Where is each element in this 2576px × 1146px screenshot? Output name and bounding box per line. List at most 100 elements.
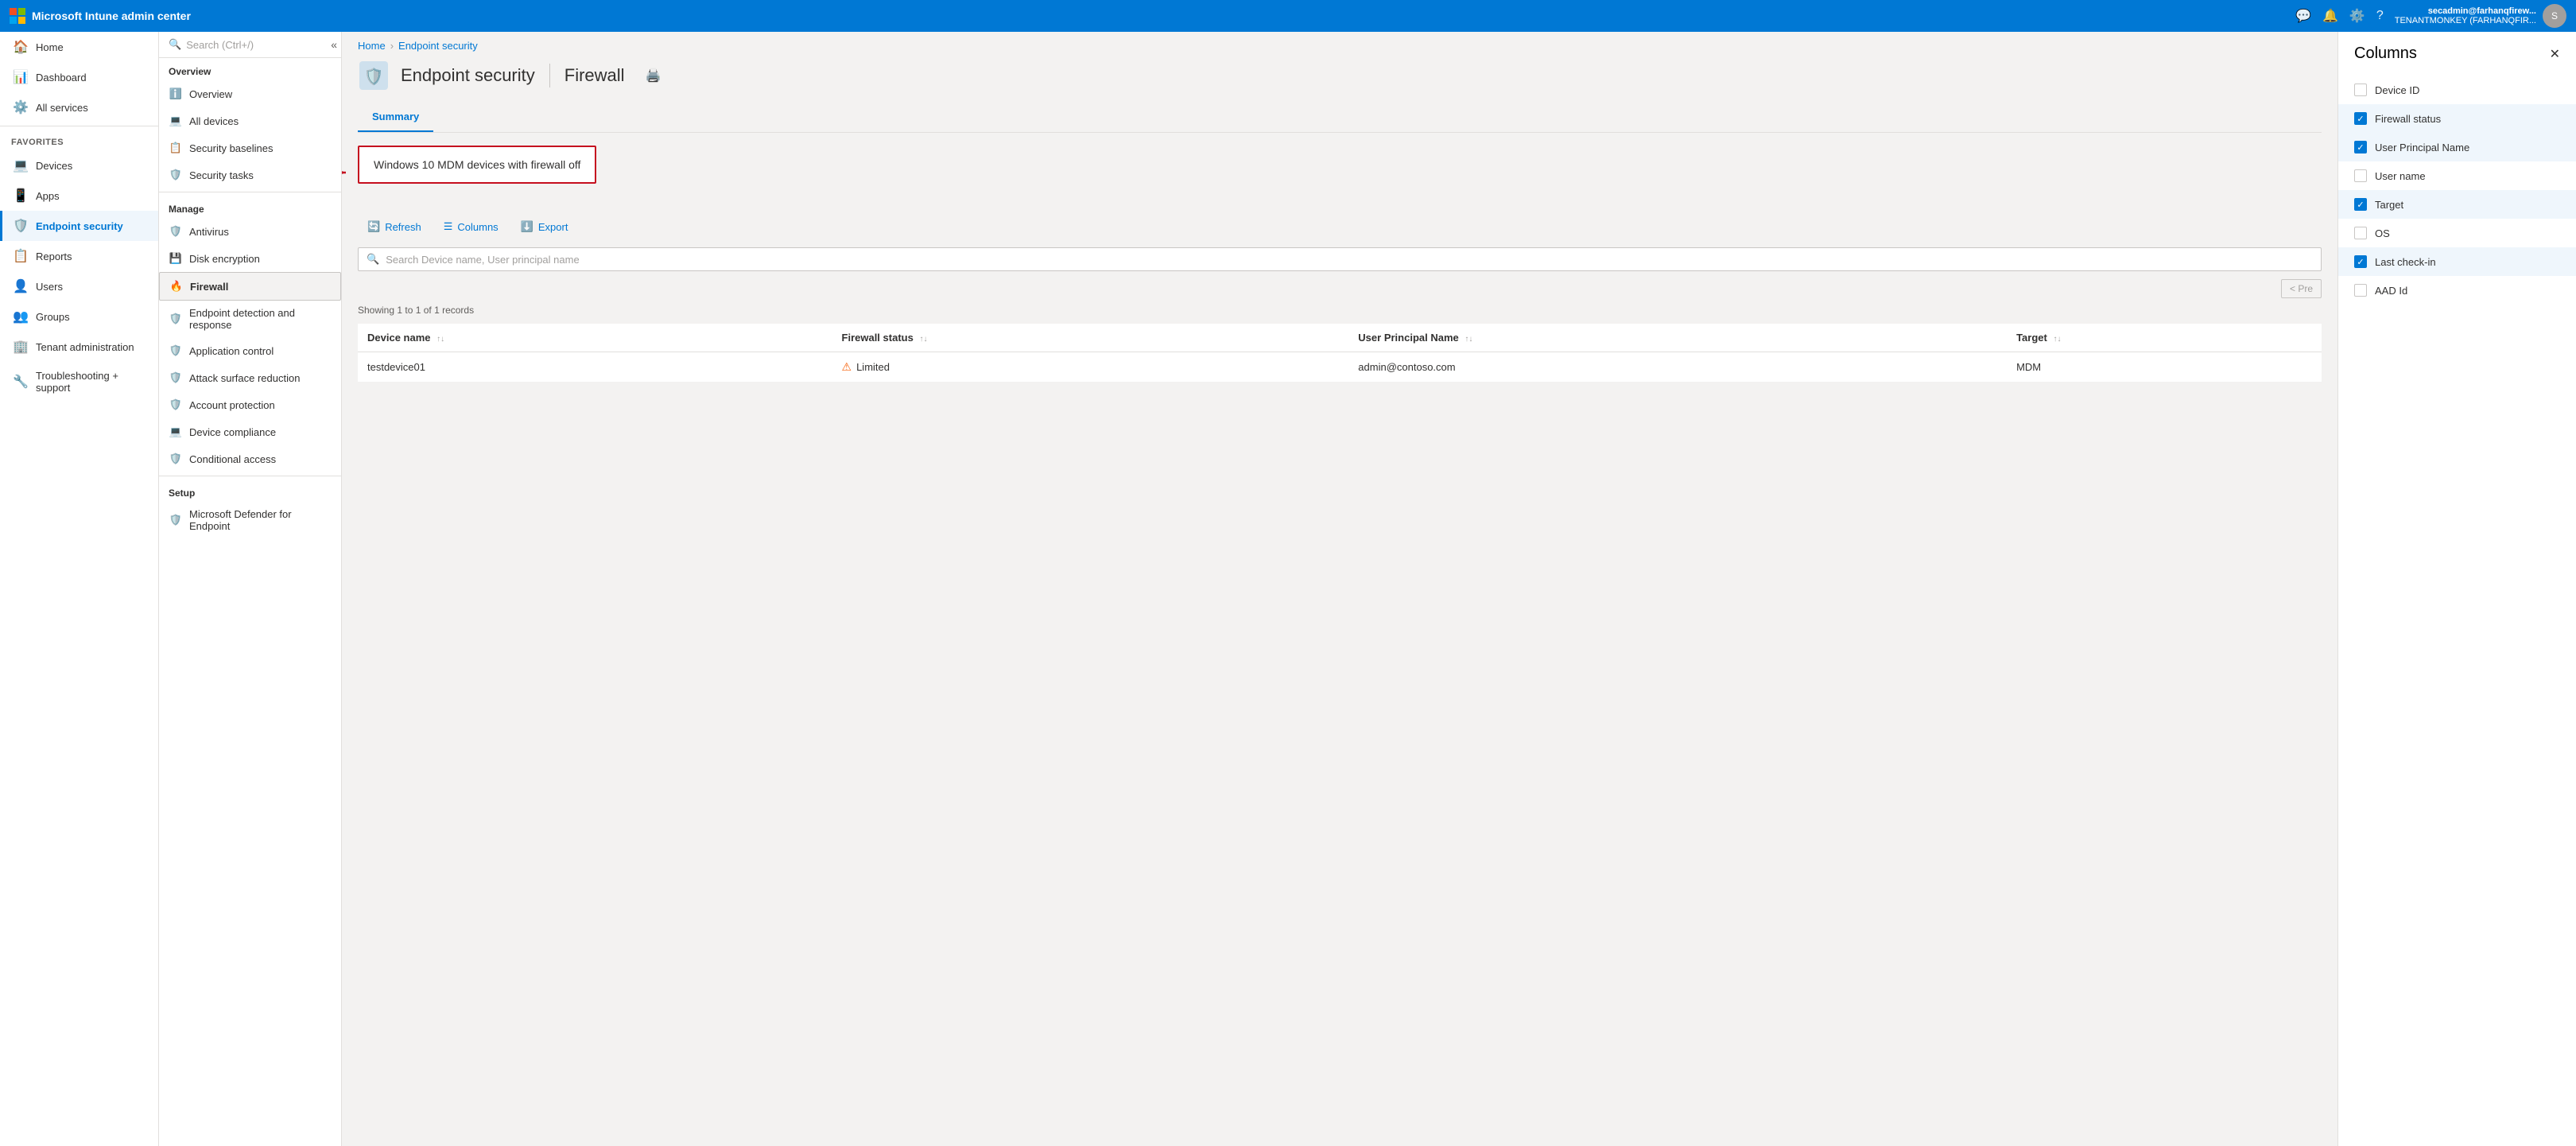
col-option-upn[interactable]: ✓ User Principal Name: [2338, 133, 2576, 161]
columns-panel-title: Columns: [2354, 45, 2417, 63]
export-button[interactable]: ⬇️ Export: [511, 216, 578, 238]
sidebar-item-dashboard[interactable]: 📊 Dashboard: [0, 62, 158, 92]
sidebar-item-devices[interactable]: 💻 Devices: [0, 150, 158, 181]
columns-panel-close-button[interactable]: ✕: [2550, 46, 2560, 62]
settings-button[interactable]: ⚙️: [2349, 8, 2365, 24]
sidebar-label-users: Users: [36, 281, 63, 293]
cell-upn: admin@contoso.com: [1348, 352, 2007, 383]
table-row[interactable]: testdevice01 ⚠ Limited admin@contoso.com…: [358, 352, 2322, 383]
sub-sidebar-account-protection[interactable]: 🛡️ Account protection: [159, 391, 341, 418]
sub-sidebar-app-control[interactable]: 🛡️ Application control: [159, 337, 341, 364]
col-option-aad-id[interactable]: AAD Id: [2338, 276, 2576, 305]
table-header-row: Device name ↑↓ Firewall status ↑↓ User P…: [358, 324, 2322, 352]
user-email: secadmin@farhanqfirew...: [2395, 6, 2536, 16]
col-checkbox-device-id[interactable]: [2354, 84, 2367, 96]
breadcrumb-section[interactable]: Endpoint security: [398, 40, 478, 52]
sidebar-label-home: Home: [36, 41, 64, 53]
sub-sidebar-device-compliance[interactable]: 💻 Device compliance: [159, 418, 341, 445]
col-option-target[interactable]: ✓ Target: [2338, 190, 2576, 219]
app-title-area: Microsoft Intune admin center: [10, 8, 191, 24]
data-table: Device name ↑↓ Firewall status ↑↓ User P…: [358, 324, 2322, 383]
sidebar-label-troubleshooting: Troubleshooting + support: [36, 370, 147, 394]
sidebar-item-users[interactable]: 👤 Users: [0, 271, 158, 301]
refresh-icon: 🔄: [367, 220, 380, 233]
report-card-container: Windows 10 MDM devices with firewall off: [358, 146, 596, 200]
sub-sidebar-attack-surface[interactable]: 🛡️ Attack surface reduction: [159, 364, 341, 391]
app-control-icon: 🛡️: [169, 344, 183, 358]
tenant-admin-icon: 🏢: [14, 340, 28, 354]
sub-sidebar-label-conditional-access: Conditional access: [189, 453, 276, 465]
endpoint-security-header-icon: 🛡️: [358, 60, 390, 91]
account-protection-icon: 🛡️: [169, 398, 183, 412]
col-header-device-name[interactable]: Device name ↑↓: [358, 324, 832, 352]
sub-sidebar-label-app-control: Application control: [189, 345, 274, 357]
col-checkbox-target[interactable]: ✓: [2354, 198, 2367, 211]
sidebar-item-tenant-admin[interactable]: 🏢 Tenant administration: [0, 332, 158, 362]
apps-icon: 📱: [14, 188, 28, 203]
breadcrumb-home[interactable]: Home: [358, 40, 386, 52]
sub-sidebar-security-tasks[interactable]: 🛡️ Security tasks: [159, 161, 341, 188]
sub-sidebar-firewall[interactable]: 🔥 Firewall: [159, 272, 341, 301]
sub-sidebar-antivirus[interactable]: 🛡️ Antivirus: [159, 218, 341, 245]
sidebar-label-dashboard: Dashboard: [36, 72, 87, 84]
sidebar-item-home[interactable]: 🏠 Home: [0, 32, 158, 62]
col-option-firewall-status[interactable]: ✓ Firewall status: [2338, 104, 2576, 133]
prev-page-button[interactable]: < Pre: [2281, 279, 2322, 298]
report-card[interactable]: Windows 10 MDM devices with firewall off: [358, 146, 596, 184]
col-label-user-name: User name: [2375, 170, 2426, 182]
col-option-last-checkin[interactable]: ✓ Last check-in: [2338, 247, 2576, 276]
col-header-target[interactable]: Target ↑↓: [2007, 324, 2322, 352]
sidebar-item-reports[interactable]: 📋 Reports: [0, 241, 158, 271]
refresh-button[interactable]: 🔄 Refresh: [358, 216, 431, 238]
avatar[interactable]: S: [2543, 4, 2566, 28]
page-header-divider: [549, 64, 550, 87]
sub-sidebar-edr[interactable]: 🛡️ Endpoint detection and response: [159, 301, 341, 337]
sub-sidebar-disk-encryption[interactable]: 💾 Disk encryption: [159, 245, 341, 272]
sidebar-item-groups[interactable]: 👥 Groups: [0, 301, 158, 332]
sidebar-item-all-services[interactable]: ⚙️ All services: [0, 92, 158, 122]
arrow-annotation-svg: [342, 157, 354, 188]
sidebar-item-apps[interactable]: 📱 Apps: [0, 181, 158, 211]
sub-sidebar-ms-defender[interactable]: 🛡️ Microsoft Defender for Endpoint: [159, 502, 341, 538]
sub-sidebar-overview[interactable]: ℹ️ Overview: [159, 80, 341, 107]
sub-sidebar-conditional-access[interactable]: 🛡️ Conditional access: [159, 445, 341, 472]
col-checkbox-aad-id[interactable]: [2354, 284, 2367, 297]
col-checkbox-firewall-status[interactable]: ✓: [2354, 112, 2367, 125]
sub-sidebar-search-input[interactable]: [186, 39, 326, 51]
groups-icon: 👥: [14, 309, 28, 324]
sidebar-label-devices: Devices: [36, 160, 72, 172]
sort-icon-firewall-status: ↑↓: [919, 335, 927, 344]
antivirus-icon: 🛡️: [169, 224, 183, 239]
device-search-input[interactable]: [386, 254, 2313, 266]
top-bar-actions: 💬 🔔 ⚙️ ? secadmin@farhanqfirew... TENANT…: [2295, 4, 2566, 28]
cell-firewall-status: ⚠ Limited: [832, 352, 1349, 383]
print-icon[interactable]: 🖨️: [646, 68, 661, 84]
col-label-device-id: Device ID: [2375, 84, 2419, 96]
columns-button[interactable]: ☰ Columns: [434, 216, 508, 238]
col-checkbox-user-name[interactable]: [2354, 169, 2367, 182]
device-compliance-icon: 💻: [169, 425, 183, 439]
notifications-button[interactable]: 🔔: [2322, 8, 2338, 24]
report-card-label: Windows 10 MDM devices with firewall off: [374, 158, 580, 171]
col-label-upn: User Principal Name: [2375, 142, 2469, 153]
collapse-icon[interactable]: «: [331, 38, 337, 51]
sub-sidebar-all-devices[interactable]: 💻 All devices: [159, 107, 341, 134]
summary-tabs: Summary: [358, 103, 2322, 133]
cell-device-name: testdevice01: [358, 352, 832, 383]
sidebar-label-groups: Groups: [36, 311, 70, 323]
col-header-firewall-status[interactable]: Firewall status ↑↓: [832, 324, 1349, 352]
feedback-button[interactable]: 💬: [2295, 8, 2311, 24]
col-checkbox-upn[interactable]: ✓: [2354, 141, 2367, 153]
help-button[interactable]: ?: [2376, 9, 2384, 23]
col-checkbox-last-checkin[interactable]: ✓: [2354, 255, 2367, 268]
tab-summary[interactable]: Summary: [358, 103, 433, 132]
col-header-upn[interactable]: User Principal Name ↑↓: [1348, 324, 2007, 352]
sub-sidebar-security-baselines[interactable]: 📋 Security baselines: [159, 134, 341, 161]
col-option-os[interactable]: OS: [2338, 219, 2576, 247]
sidebar-item-endpoint-security[interactable]: 🛡️ Endpoint security: [0, 211, 158, 241]
col-option-user-name[interactable]: User name: [2338, 161, 2576, 190]
col-option-device-id[interactable]: Device ID: [2338, 76, 2576, 104]
toolbar: 🔄 Refresh ☰ Columns ⬇️ Export: [358, 216, 2322, 238]
sidebar-item-troubleshooting[interactable]: 🔧 Troubleshooting + support: [0, 362, 158, 402]
col-checkbox-os[interactable]: [2354, 227, 2367, 239]
